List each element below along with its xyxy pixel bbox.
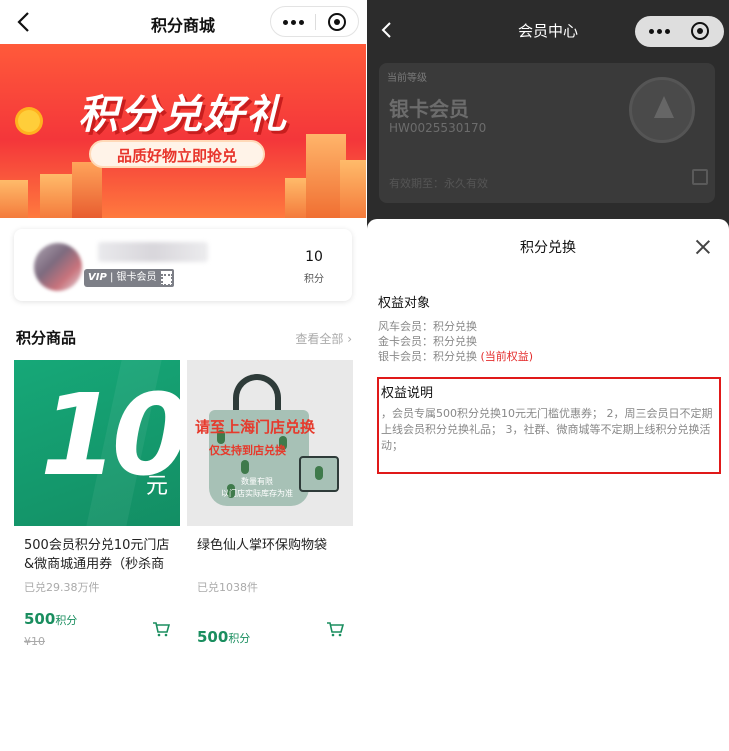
points-label: 积分 bbox=[304, 274, 324, 285]
rights-item: 风车会员：积分兑换 bbox=[378, 320, 477, 333]
member-card: 当前等级 银卡会员 HW0025530170 有效期至：永久有效 bbox=[379, 63, 715, 203]
points-mall-page: 积分商城 积分兑好礼 品质好物立即抢兑 VIP | 银卡会员 10 积分 积分商… bbox=[0, 0, 366, 751]
avatar bbox=[34, 243, 82, 291]
product-card[interactable]: 请至上海门店兑换 仅支持到店兑换 数量有限 以门店实际库存为准 绿色仙人掌环保购… bbox=[187, 360, 353, 646]
description-text: ，会员专属500积分兑换10元无门槛优惠券； 2，周三会员日不定期上线会员积分兑… bbox=[381, 407, 713, 452]
level-badge: VIP | 银卡会员 bbox=[84, 269, 161, 287]
product-sold: 已兑1038件 bbox=[197, 581, 258, 594]
points-value: 10 bbox=[305, 249, 323, 265]
mini-program-capsule bbox=[270, 6, 359, 37]
product-price: 500 bbox=[197, 628, 229, 646]
promo-banner[interactable]: 积分兑好礼 品质好物立即抢兑 bbox=[0, 44, 366, 218]
original-price: ¥10 bbox=[24, 635, 45, 648]
banner-title: 积分兑好礼 bbox=[78, 92, 288, 138]
level-label: 当前等级 bbox=[387, 73, 427, 84]
product-price: 500 bbox=[24, 610, 56, 628]
rights-item: 金卡会员：积分兑换 bbox=[378, 335, 477, 348]
mini-program-capsule bbox=[635, 16, 724, 47]
user-name-blurred bbox=[98, 242, 208, 262]
exchange-sheet: 积分兑换 权益对象 风车会员：积分兑换 金卡会员：积分兑换 银卡会员：积分兑换 … bbox=[367, 219, 729, 751]
back-arrow-icon[interactable] bbox=[14, 10, 34, 34]
current-rights-tag: (当前权益) bbox=[480, 350, 534, 363]
coupon-image: 10 元 bbox=[14, 360, 180, 526]
product-card[interactable]: 10 元 500会员积分兑10元门店&微商城通用券（秒杀商品… 已兑29.38万… bbox=[14, 360, 180, 649]
member-center-page: 会员中心 当前等级 银卡会员 HW0025530170 有效期至：永久有效 积分… bbox=[367, 0, 729, 751]
member-level: 银卡会员 bbox=[389, 97, 469, 121]
product-sold: 已兑29.38万件 bbox=[24, 581, 100, 594]
member-id: HW0025530170 bbox=[389, 121, 487, 135]
close-target-icon[interactable] bbox=[328, 13, 346, 31]
qr-code-icon[interactable] bbox=[156, 269, 174, 287]
close-target-icon[interactable] bbox=[691, 22, 709, 40]
more-dots-icon[interactable] bbox=[635, 16, 679, 45]
medal-icon bbox=[629, 77, 695, 143]
more-dots-icon[interactable] bbox=[271, 7, 315, 36]
product-name: 500会员积分兑10元门店&微商城通用券（秒杀商品… bbox=[24, 538, 170, 572]
user-card: VIP | 银卡会员 10 积分 bbox=[14, 229, 352, 301]
rights-description-box: 权益说明 ，会员专属500积分兑换10元无门槛优惠券； 2，周三会员日不定期上线… bbox=[377, 377, 721, 474]
rights-heading: 权益对象 bbox=[378, 296, 431, 311]
view-all-link[interactable]: 查看全部 bbox=[295, 330, 352, 347]
sheet-title: 积分兑换 bbox=[520, 240, 576, 256]
description-heading: 权益说明 bbox=[381, 386, 434, 401]
bag-image: 请至上海门店兑换 仅支持到店兑换 数量有限 以门店实际库存为准 bbox=[187, 360, 353, 526]
qr-code-icon[interactable] bbox=[692, 169, 708, 185]
cart-icon[interactable] bbox=[326, 621, 344, 637]
close-icon[interactable] bbox=[695, 239, 711, 255]
member-expiry: 有效期至：永久有效 bbox=[389, 177, 488, 190]
cart-icon[interactable] bbox=[152, 621, 170, 637]
nav-bar: 积分商城 bbox=[0, 0, 366, 44]
section-title: 积分商品 bbox=[16, 329, 77, 347]
product-name: 绿色仙人掌环保购物袋 bbox=[197, 538, 328, 553]
screen-root: 积分商城 积分兑好礼 品质好物立即抢兑 VIP | 银卡会员 10 积分 积分商… bbox=[0, 0, 729, 751]
rights-item: 银卡会员：积分兑换 (当前权益) bbox=[378, 350, 534, 363]
banner-subtitle: 品质好物立即抢兑 bbox=[89, 140, 265, 168]
back-arrow-icon[interactable] bbox=[379, 18, 395, 42]
